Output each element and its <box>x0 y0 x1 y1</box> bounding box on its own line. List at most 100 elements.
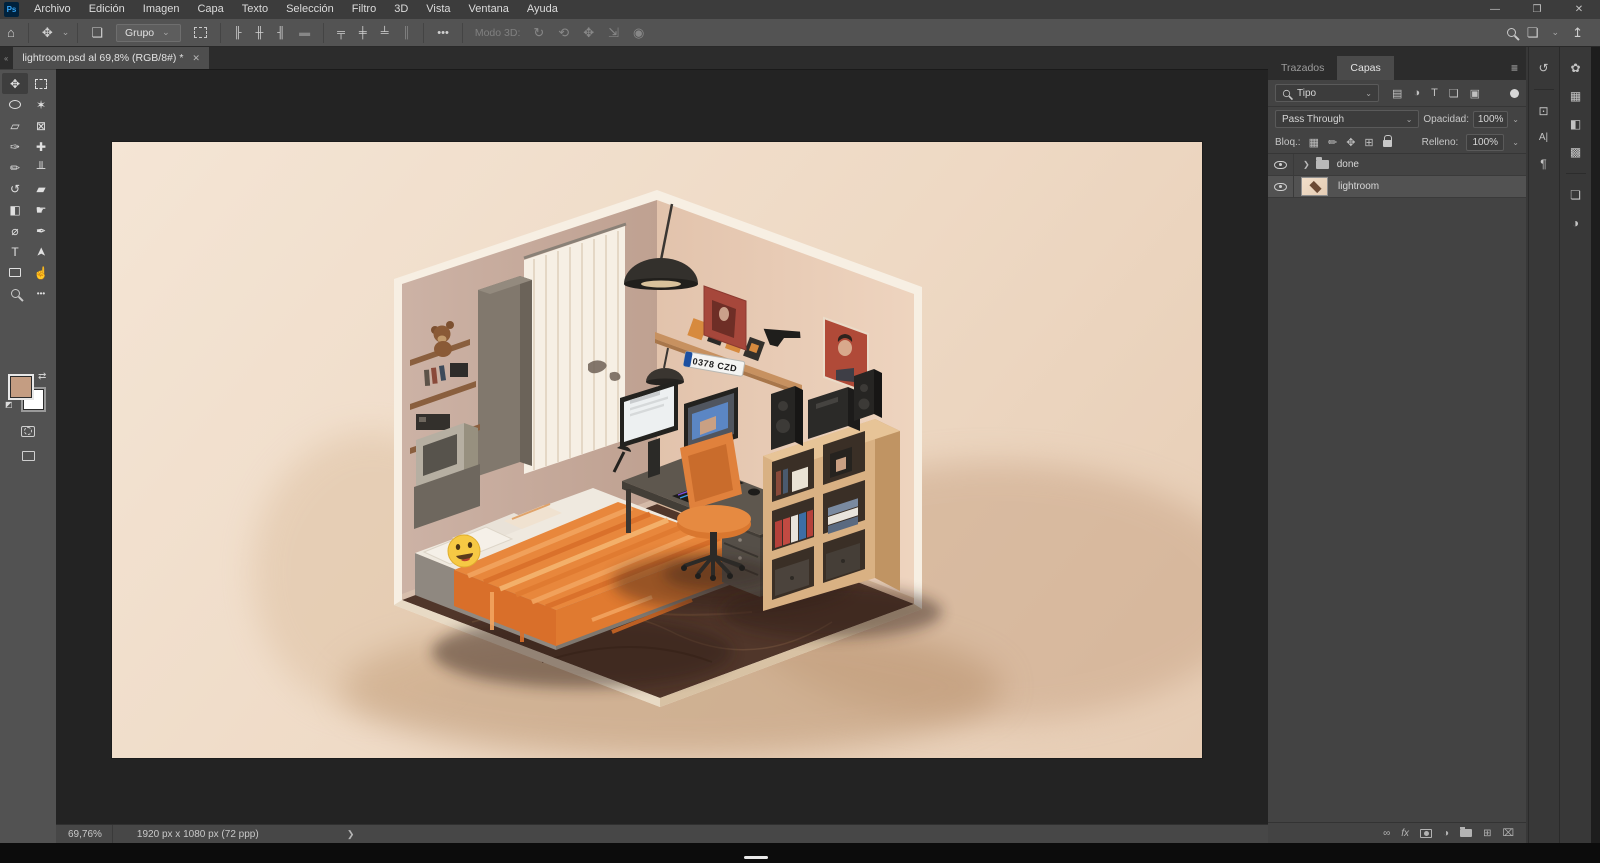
document-close-icon[interactable]: ✕ <box>192 53 200 64</box>
perspective-crop-tool[interactable]: ▱ <box>2 115 28 136</box>
link-layers-icon[interactable]: ∞ <box>1383 828 1390 839</box>
brush-tool[interactable]: ✏ <box>2 157 28 178</box>
menu-imagen[interactable]: Imagen <box>134 0 189 19</box>
blend-mode-dropdown[interactable]: Pass Through ⌄ <box>1275 110 1420 128</box>
healing-brush-tool[interactable]: ✚ <box>28 136 54 157</box>
history-brush-tool[interactable]: ↺ <box>2 178 28 199</box>
foreground-color-swatch[interactable] <box>8 374 34 400</box>
path-select-tool[interactable]: ➤ <box>28 241 54 262</box>
lock-transparent-icon[interactable]: ▦ <box>1309 136 1319 149</box>
filter-image-icon[interactable]: ▤ <box>1392 87 1402 100</box>
panel-menu-icon[interactable]: ≡ <box>1511 61 1518 75</box>
distribute-center-icon[interactable]: ▬ <box>292 27 317 39</box>
eraser-tool[interactable]: ▰ <box>28 178 54 199</box>
minimize-button[interactable]: — <box>1474 0 1516 19</box>
restore-button[interactable]: ❒ <box>1516 0 1558 19</box>
gradient-tool[interactable]: ◧ <box>2 199 28 220</box>
swap-colors-icon[interactable]: ⇄ <box>38 371 46 382</box>
new-group-icon[interactable] <box>1460 827 1473 837</box>
move-tool-icon[interactable]: ✥ <box>35 25 60 41</box>
menu-edicion[interactable]: Edición <box>80 0 134 19</box>
dodge-tool[interactable]: ⌀ <box>2 220 28 241</box>
frame-tool[interactable]: ⊠ <box>28 115 54 136</box>
gradients-panel-icon[interactable]: ◧ <box>1570 117 1581 131</box>
color-panel-icon[interactable]: ✿ <box>1570 61 1580 75</box>
group-expand-icon[interactable]: ❯ <box>1303 160 1310 169</box>
filter-type-dropdown[interactable]: Tipo ⌄ <box>1275 84 1379 102</box>
default-colors-icon[interactable]: ◩ <box>5 400 13 409</box>
opacity-value[interactable]: 100% <box>1473 110 1509 128</box>
search-icon[interactable] <box>1506 28 1516 37</box>
transform-controls-icon[interactable] <box>193 27 207 38</box>
lock-paint-icon[interactable]: ✏ <box>1328 136 1337 149</box>
delete-layer-icon[interactable]: ⌧ <box>1502 828 1514 839</box>
clone-stamp-tool[interactable]: ╨ <box>28 157 54 178</box>
fill-chevron-icon[interactable]: ⌄ <box>1512 138 1519 147</box>
visibility-toggle[interactable] <box>1268 175 1294 198</box>
rectangle-tool[interactable] <box>2 262 28 283</box>
home-icon[interactable]: ⌂ <box>0 25 22 40</box>
layer-row-lightroom[interactable]: lightroom <box>1268 175 1526 198</box>
document-tab[interactable]: lightroom.psd al 69,8% (RGB/8#) * ✕ <box>13 47 209 69</box>
collapse-toolbar-icon[interactable]: ‹‹ <box>4 54 8 63</box>
type-tool[interactable]: T <box>2 241 28 262</box>
history-panel-icon[interactable]: ↺ <box>1538 61 1548 75</box>
swatches-panel-icon[interactable]: ▦ <box>1570 89 1581 103</box>
autoselect-target-dropdown[interactable]: Grupo ⌄ <box>115 23 181 42</box>
patterns-panel-icon[interactable]: ▩ <box>1570 145 1581 159</box>
layer-thumbnail[interactable] <box>1301 177 1328 196</box>
magic-wand-tool[interactable]: ✶ <box>28 94 54 115</box>
tab-trazados[interactable]: Trazados <box>1268 56 1337 80</box>
share-icon[interactable]: ↥ <box>1565 25 1590 41</box>
workspace-icon[interactable]: ❏ <box>1520 25 1546 41</box>
libraries-panel-icon[interactable]: ❏ <box>1570 188 1581 202</box>
menu-seleccion[interactable]: Selección <box>277 0 343 19</box>
more-options-icon[interactable]: ••• <box>430 27 456 39</box>
canvas-document[interactable]: 0378 CZD <box>112 142 1202 758</box>
add-mask-icon[interactable] <box>1420 828 1433 838</box>
screen-mode-button[interactable] <box>0 448 56 466</box>
menu-capa[interactable]: Capa <box>188 0 232 19</box>
quick-mask-button[interactable] <box>0 422 56 440</box>
zoom-level[interactable]: 69,76% <box>56 829 112 840</box>
filter-type-icon[interactable]: T <box>1431 87 1438 99</box>
lock-all-icon[interactable] <box>1382 135 1392 147</box>
opacity-chevron-icon[interactable]: ⌄ <box>1512 115 1519 124</box>
status-chevron-icon[interactable]: ❯ <box>347 829 355 840</box>
lock-move-icon[interactable]: ✥ <box>1346 136 1355 149</box>
menu-3d[interactable]: 3D <box>385 0 417 19</box>
menu-filtro[interactable]: Filtro <box>343 0 385 19</box>
adjustments-panel-icon[interactable]: ◑ <box>1572 216 1579 230</box>
tool-preset-chevron-icon[interactable]: ⌄ <box>60 27 72 38</box>
align-vmiddle-icon[interactable]: ╪ <box>352 27 374 39</box>
align-top-icon[interactable]: ╤ <box>330 27 352 39</box>
menu-ventana[interactable]: Ventana <box>460 0 518 19</box>
menu-ayuda[interactable]: Ayuda <box>518 0 567 19</box>
lock-artboard-icon[interactable]: ⊞ <box>1364 136 1373 149</box>
align-right-icon[interactable]: ╢ <box>270 27 292 39</box>
paragraph-panel-icon[interactable]: ¶ <box>1540 157 1546 171</box>
eyedropper-tool[interactable]: ✑ <box>2 136 28 157</box>
fill-value[interactable]: 100% <box>1466 133 1505 151</box>
menu-texto[interactable]: Texto <box>233 0 277 19</box>
visibility-toggle[interactable] <box>1268 153 1294 176</box>
edit-toolbar[interactable]: ••• <box>28 283 54 304</box>
tab-capas[interactable]: Capas <box>1337 56 1394 80</box>
lasso-tool[interactable] <box>2 94 28 115</box>
character-panel-icon[interactable]: A| <box>1539 132 1548 143</box>
distribute-vertical-icon[interactable]: ║ <box>395 27 417 39</box>
filter-adjustment-icon[interactable]: ◑ <box>1413 87 1420 99</box>
hand-tool[interactable]: ☝ <box>28 262 54 283</box>
menu-vista[interactable]: Vista <box>417 0 459 19</box>
align-left-icon[interactable]: ╟ <box>227 27 249 39</box>
marquee-tool[interactable] <box>28 73 54 94</box>
filter-shape-icon[interactable]: ❑ <box>1449 87 1459 100</box>
layer-effects-icon[interactable]: fx <box>1401 828 1409 839</box>
filter-toggle-icon[interactable] <box>1510 88 1519 98</box>
adjustment-layer-icon[interactable]: ◑ <box>1443 828 1449 839</box>
filter-smartobject-icon[interactable]: ▣ <box>1470 87 1480 100</box>
zoom-tool[interactable] <box>2 283 28 304</box>
pen-tool[interactable]: ✒ <box>28 220 54 241</box>
menu-archivo[interactable]: Archivo <box>25 0 80 19</box>
move-tool[interactable]: ✥ <box>2 73 28 94</box>
